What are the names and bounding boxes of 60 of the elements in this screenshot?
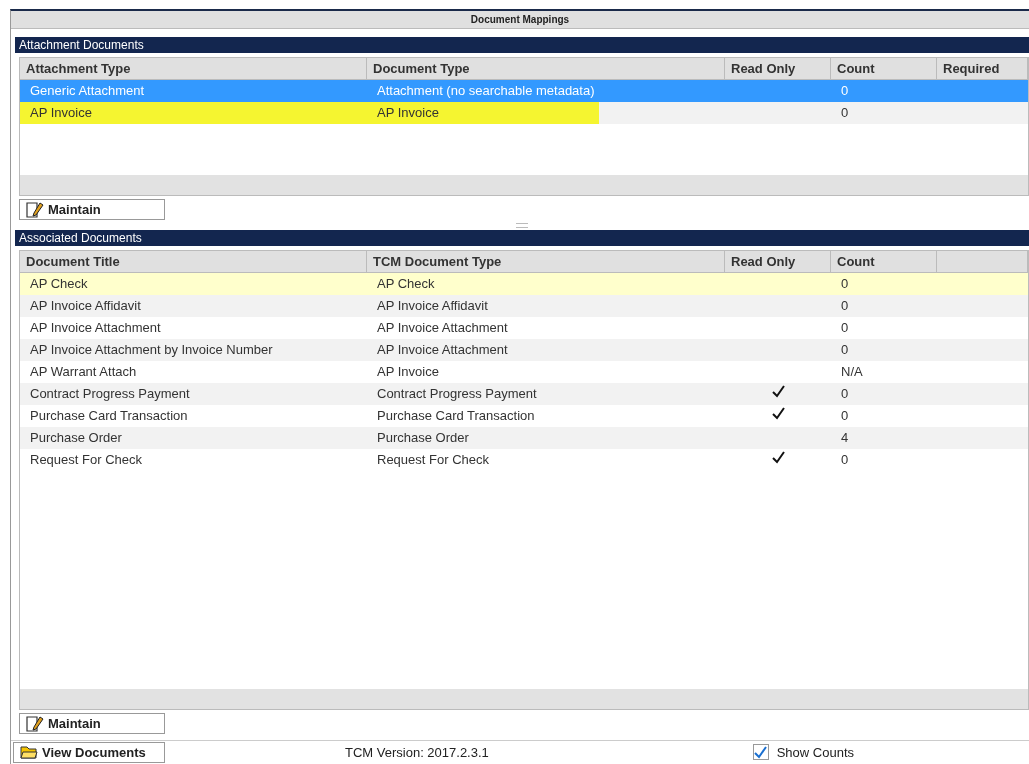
table-cell-text: 0 <box>840 275 850 293</box>
table-cell-text: 0 <box>840 407 850 425</box>
view-documents-button[interactable]: View Documents <box>13 741 165 763</box>
column-header[interactable]: Count <box>831 251 937 273</box>
section-header: Attachment Documents <box>15 37 1029 53</box>
table-row[interactable]: Contract Progress Payment Contract Progress Payment 0 <box>20 383 1028 405</box>
table-row[interactable]: AP Invoice AP Invoice 0 <box>20 102 1028 124</box>
show-counts-label: Show Counts <box>776 744 854 760</box>
checkmark-icon <box>754 745 768 759</box>
table-row[interactable]: Purchase Order Purchase Order 4 <box>20 427 1028 449</box>
table-cell-text: 0 <box>840 385 850 403</box>
edit-icon <box>26 201 44 218</box>
table-cell-text: Contract Progress Payment <box>29 385 191 403</box>
table-cell-text: Purchase Order <box>29 429 123 447</box>
window-title: Document Mappings <box>11 11 1029 29</box>
table-cell-text: AP Invoice Attachment <box>376 341 509 359</box>
table-cell-text: Request For Check <box>376 451 490 469</box>
horizontal-scrollbar[interactable] <box>20 175 1028 195</box>
column-header[interactable]: Read Only <box>725 251 831 273</box>
column-header[interactable]: TCM Document Type <box>367 251 725 273</box>
table-cell-text: 0 <box>840 319 850 337</box>
table-cell-text: AP Invoice Affidavit <box>29 297 142 315</box>
table-cell-text: 0 <box>840 104 850 122</box>
horizontal-scrollbar[interactable] <box>20 689 1028 709</box>
section-header: Associated Documents <box>15 230 1029 246</box>
column-header[interactable]: Read Only <box>725 58 831 80</box>
table-cell-text: Purchase Order <box>376 429 470 447</box>
table-cell-text: AP Invoice Attachment <box>376 319 509 337</box>
table-row[interactable]: AP Invoice Affidavit AP Invoice Affidavit 0 <box>20 295 1028 317</box>
column-header[interactable]: Document Title <box>20 251 367 273</box>
table-cell-text: Purchase Card Transaction <box>376 407 536 425</box>
table-cell-text: 0 <box>840 451 850 469</box>
edit-icon <box>26 715 44 732</box>
table-row[interactable]: AP Check AP Check 0 <box>20 273 1028 295</box>
table-cell-text: 0 <box>840 82 850 100</box>
column-header[interactable]: Attachment Type <box>20 58 367 80</box>
table-row[interactable]: AP Invoice Attachment by Invoice Number AP Invoice Attachment 0 <box>20 339 1028 361</box>
table-cell-text: AP Invoice Affidavit <box>376 297 489 315</box>
show-counts-checkbox[interactable] <box>752 744 769 760</box>
column-header[interactable]: Count <box>831 58 937 80</box>
table-cell-text: AP Invoice <box>376 363 440 381</box>
maintain-button[interactable]: Maintain <box>19 199 165 220</box>
table-cell-text: AP Warrant Attach <box>29 363 138 381</box>
folder-icon <box>20 744 38 760</box>
table-cell-text: AP Check <box>376 275 436 293</box>
table-cell-text: 0 <box>840 297 850 315</box>
table-cell-text: Request For Check <box>29 451 143 469</box>
column-header[interactable]: Document Type <box>367 58 725 80</box>
version-label: TCM Version: 2017.2.3.1 <box>345 744 489 760</box>
table-cell-text: Contract Progress Payment <box>376 385 538 403</box>
table-cell-text: AP Invoice Attachment <box>29 319 162 337</box>
table-cell-text: AP Invoice Attachment by Invoice Number <box>29 341 274 359</box>
table-cell-text: Purchase Card Transaction <box>29 407 189 425</box>
table-cell-text: 4 <box>840 429 850 447</box>
maintain-button[interactable]: Maintain <box>19 713 165 734</box>
table-cell-text: N/A <box>840 363 864 381</box>
table-cell-text: AP Check <box>29 275 89 293</box>
table-cell: AP Invoice <box>20 102 367 124</box>
column-header[interactable]: Required <box>937 58 1028 80</box>
table-cell-text: 0 <box>840 341 850 359</box>
